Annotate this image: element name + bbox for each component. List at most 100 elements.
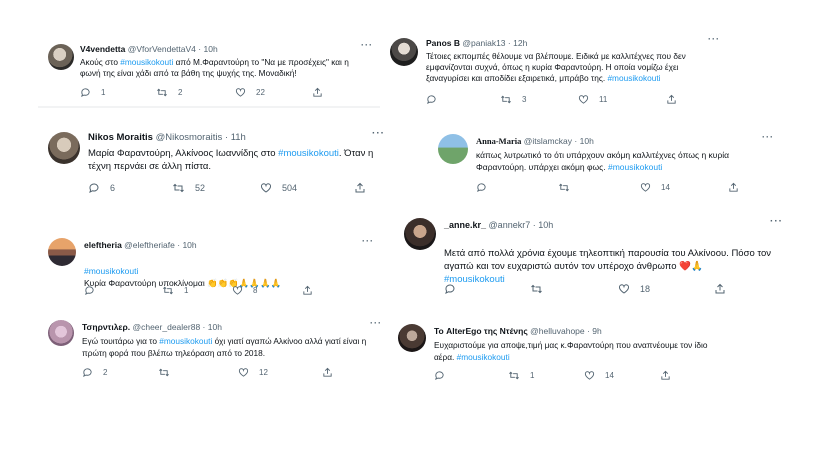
avatar[interactable] — [48, 132, 80, 164]
tweet-time[interactable]: 10h — [208, 322, 222, 332]
tweet-actions: 14 — [476, 181, 776, 193]
like-button[interactable]: 18 — [618, 283, 650, 295]
tweet-card: Panos B @paniak13 · 12h ··· Τέτοιες εκπο… — [382, 32, 722, 112]
tweet-actions: 18 — [444, 282, 774, 295]
tweet-text: Εγώ τουιτάρω για το #mousikokouti όχι γι… — [82, 335, 382, 359]
hashtag-link[interactable]: #mousikokouti — [159, 336, 212, 346]
author-handle[interactable]: @VforVendettaV4 — [128, 44, 196, 54]
like-button[interactable]: 8 — [232, 285, 257, 296]
retweet-count: 1 — [184, 285, 189, 295]
retweet-icon — [159, 368, 169, 376]
reply-button[interactable]: 6 — [88, 182, 115, 194]
author-name[interactable]: Τσηρντιλερ. — [82, 322, 130, 332]
avatar[interactable] — [390, 38, 418, 66]
text-segment: Ακούς στο — [80, 57, 121, 67]
author-name[interactable]: Panos B — [426, 38, 460, 48]
hashtag-link[interactable]: #mousikokouti — [278, 148, 339, 159]
retweet-button[interactable]: 1 — [508, 370, 534, 381]
author-handle[interactable]: @eleftheriafe — [124, 240, 175, 250]
share-button[interactable] — [666, 94, 677, 105]
reply-button[interactable]: 1 — [80, 87, 105, 98]
tweet-time[interactable]: 10h — [204, 44, 218, 54]
author-handle[interactable]: @paniak13 — [462, 38, 505, 48]
tweet-time[interactable]: 12h — [513, 38, 527, 48]
like-icon — [584, 370, 595, 380]
like-button[interactable]: 11 — [578, 94, 607, 105]
share-button[interactable] — [322, 367, 333, 378]
hashtag-link[interactable]: #mousikokouti — [608, 162, 662, 172]
author-name[interactable]: Το AlterEgo της Ντένης — [434, 326, 528, 336]
avatar[interactable] — [438, 134, 468, 164]
share-button[interactable] — [354, 182, 366, 194]
reply-button[interactable] — [444, 283, 456, 295]
hashtag-link[interactable]: #mousikokouti — [457, 352, 510, 362]
like-button[interactable]: 14 — [584, 370, 614, 381]
share-button[interactable] — [660, 370, 671, 381]
author-handle[interactable]: @Nikosmoraitis — [156, 132, 223, 143]
tweet-actions: 1 2 22 — [80, 86, 380, 98]
share-button[interactable] — [714, 283, 726, 295]
more-icon[interactable]: ··· — [361, 40, 373, 50]
more-icon[interactable]: ··· — [770, 216, 783, 227]
share-button[interactable] — [312, 87, 323, 98]
author-name[interactable]: Nikos Moraitis — [88, 132, 153, 143]
reply-button[interactable] — [426, 94, 437, 105]
author-name[interactable]: _anne.kr_ — [444, 220, 486, 230]
hashtag-link[interactable]: #mousikokouti — [607, 73, 660, 83]
more-icon[interactable]: ··· — [372, 128, 385, 139]
like-button[interactable]: 504 — [260, 182, 297, 194]
author-name[interactable]: eleftheria — [84, 240, 122, 250]
more-icon[interactable]: ··· — [370, 318, 382, 328]
author-name[interactable]: Anna-Maria — [476, 136, 521, 146]
reply-button[interactable] — [434, 370, 445, 381]
reply-button[interactable] — [476, 182, 487, 193]
retweet-button[interactable]: 1 — [162, 285, 188, 296]
author-handle[interactable]: @cheer_dealer88 — [132, 322, 200, 332]
retweet-button[interactable]: 3 — [500, 94, 526, 105]
tweet-time[interactable]: 11h — [231, 132, 246, 143]
like-button[interactable]: 22 — [235, 87, 265, 98]
share-icon — [355, 182, 365, 192]
like-count: 14 — [661, 182, 670, 192]
reply-button[interactable]: 2 — [82, 367, 107, 378]
retweet-button[interactable] — [530, 283, 543, 295]
more-icon[interactable]: ··· — [362, 236, 374, 246]
tweet-time[interactable]: 9h — [592, 326, 601, 336]
retweet-button[interactable] — [158, 367, 170, 378]
separator-dot: · — [574, 136, 578, 146]
more-icon[interactable]: ··· — [708, 34, 720, 44]
separator-dot: · — [587, 326, 590, 336]
tweet-time[interactable]: 10h — [538, 220, 553, 230]
avatar[interactable] — [48, 320, 74, 346]
like-count: 14 — [605, 370, 614, 380]
author-handle[interactable]: @itslamckay — [524, 136, 572, 146]
avatar[interactable] — [48, 238, 76, 266]
tweet-card: _anne.kr_ @annekr7 · 10h ··· Μετά από πο… — [398, 214, 798, 300]
avatar[interactable] — [48, 44, 74, 70]
tweet-time[interactable]: 10h — [182, 240, 196, 250]
author-handle[interactable]: @annekr7 — [489, 220, 531, 230]
like-count: 11 — [599, 94, 608, 104]
share-button[interactable] — [728, 182, 739, 193]
reply-icon — [81, 87, 90, 97]
retweet-button[interactable]: 2 — [156, 87, 182, 98]
author-handle[interactable]: @helluvahope — [530, 326, 584, 336]
more-icon[interactable]: ··· — [762, 132, 774, 142]
avatar[interactable] — [398, 324, 426, 352]
reply-button[interactable] — [84, 285, 95, 296]
retweet-button[interactable]: 52 — [172, 182, 205, 194]
hashtag-link[interactable]: #mousikokouti — [84, 266, 138, 276]
like-button[interactable]: 14 — [640, 182, 670, 193]
hashtag-link[interactable]: #mousikokouti — [120, 57, 173, 67]
like-icon — [238, 367, 249, 377]
like-icon — [578, 94, 589, 104]
like-button[interactable]: 12 — [238, 367, 268, 378]
tweet-time[interactable]: 10h — [580, 136, 594, 146]
author-name[interactable]: V4vendetta — [80, 44, 125, 54]
like-count: 8 — [253, 285, 258, 295]
share-icon — [715, 283, 725, 293]
retweet-button[interactable] — [558, 182, 570, 193]
avatar[interactable] — [404, 218, 436, 250]
separator-dot: · — [532, 220, 536, 230]
share-button[interactable] — [302, 285, 313, 296]
